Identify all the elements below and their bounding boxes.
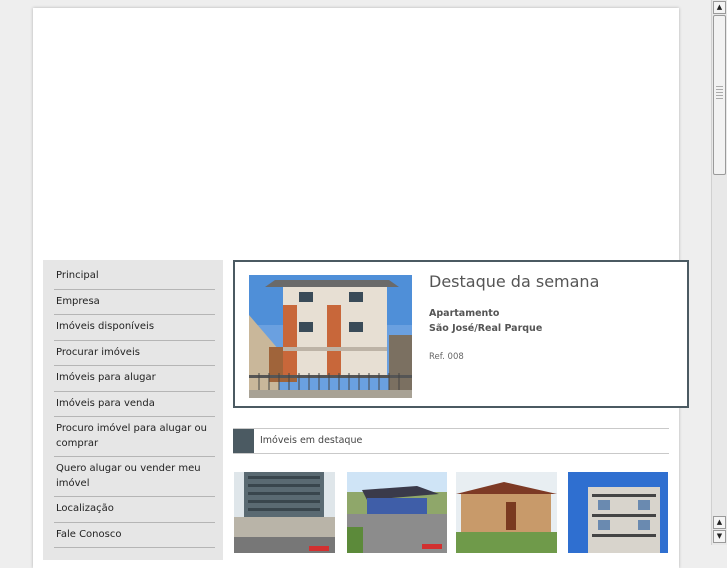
scrollbar-thumb[interactable] <box>713 15 726 175</box>
sidebar-nav: Principal Empresa Imóveis disponíveis Pr… <box>43 260 223 560</box>
property-thumbnail[interactable] <box>568 472 668 553</box>
sidebar-item-procuro-imovel[interactable]: Procuro imóvel para alugar ou comprar <box>54 417 215 457</box>
header-banner <box>33 8 679 253</box>
vertical-scrollbar[interactable]: ▲ ▲ ▼ <box>711 0 727 545</box>
section-header-accent <box>233 429 254 453</box>
featured-property-ref: Ref. 008 <box>429 352 464 362</box>
arrow-up-icon[interactable]: ▲ <box>713 1 726 14</box>
featured-property-location: São José/Real Parque <box>429 323 543 334</box>
sidebar-item-fale-conosco[interactable]: Fale Conosco <box>54 523 215 548</box>
arrow-up-icon[interactable]: ▲ <box>713 516 726 529</box>
sidebar-item-procurar-imoveis[interactable]: Procurar imóveis <box>54 341 215 366</box>
sidebar-item-imoveis-venda[interactable]: Imóveis para venda <box>54 392 215 417</box>
featured-property-type: Apartamento <box>429 308 500 319</box>
sidebar-item-imoveis-alugar[interactable]: Imóveis para alugar <box>54 366 215 392</box>
property-thumbnail[interactable] <box>347 472 447 553</box>
section-title: Imóveis em destaque <box>260 435 363 446</box>
sidebar-item-empresa[interactable]: Empresa <box>54 290 215 315</box>
property-thumbnail[interactable] <box>234 472 335 553</box>
featured-property-box: Destaque da semana Apartamento São José/… <box>233 260 689 408</box>
sidebar-item-quero-alugar-vender[interactable]: Quero alugar ou vender meu imóvel <box>54 457 215 497</box>
sidebar-item-imoveis-disponiveis[interactable]: Imóveis disponíveis <box>54 315 215 341</box>
sidebar-item-principal[interactable]: Principal <box>54 260 215 290</box>
section-header: Imóveis em destaque <box>233 428 669 454</box>
featured-title: Destaque da semana <box>429 272 600 291</box>
arrow-down-icon[interactable]: ▼ <box>713 530 726 543</box>
property-thumbnail[interactable] <box>456 472 557 553</box>
scrollbar-grip <box>716 86 723 100</box>
page-container: Principal Empresa Imóveis disponíveis Pr… <box>33 8 689 568</box>
featured-property-photo[interactable] <box>249 275 412 398</box>
sidebar-item-localizacao[interactable]: Localização <box>54 497 215 523</box>
